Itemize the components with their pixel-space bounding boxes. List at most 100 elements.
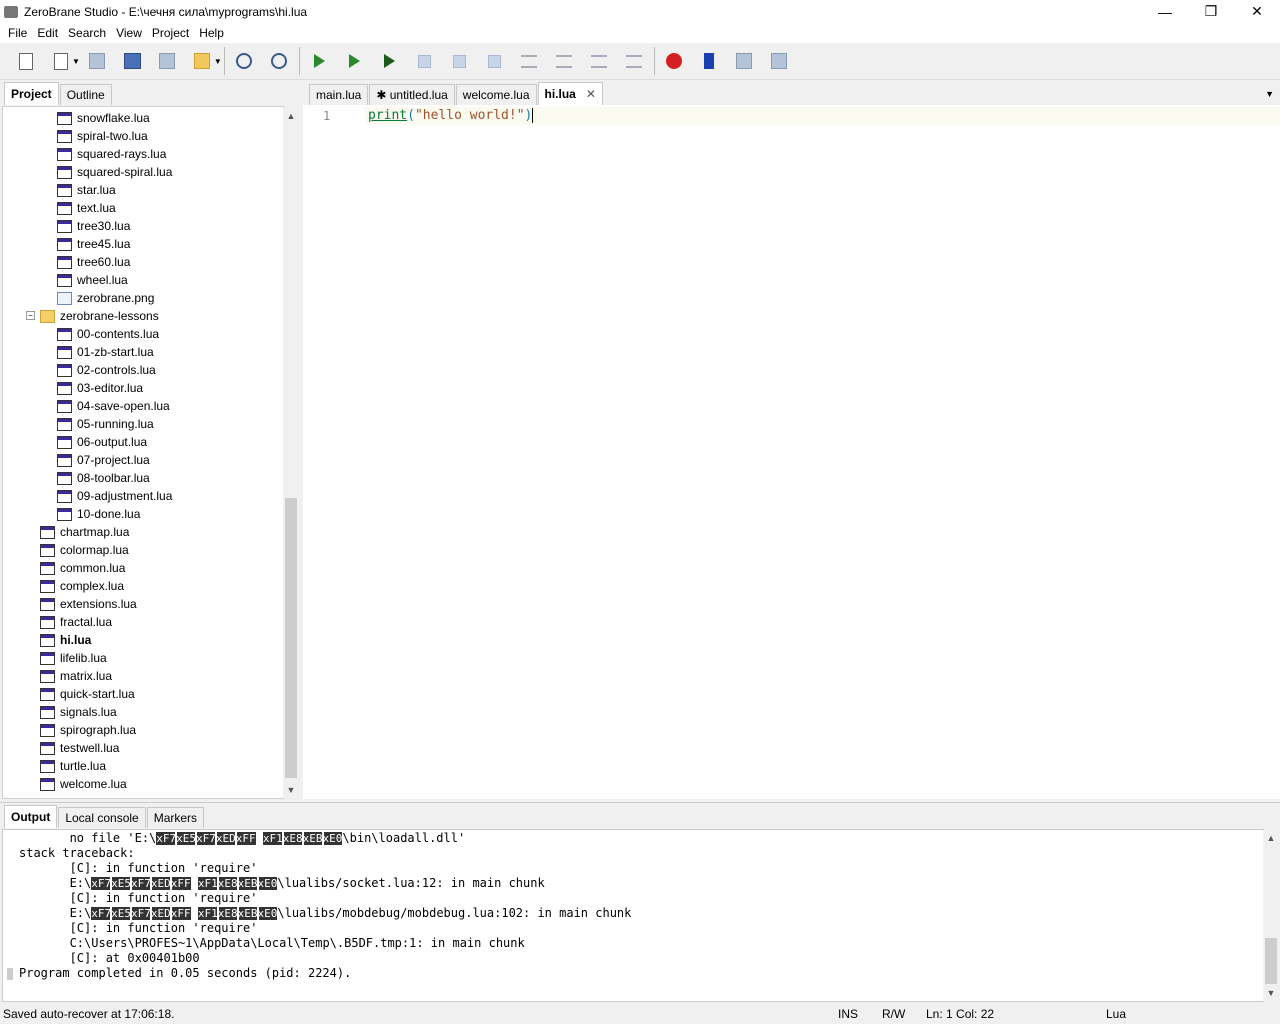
bookmark-icon [704, 53, 715, 69]
tree-item[interactable]: common.lua [40, 559, 125, 577]
tree-item[interactable]: spirograph.lua [40, 721, 136, 739]
tree-item[interactable]: lifelib.lua [40, 649, 107, 667]
tree-scrollbar[interactable]: ▲ ▼ [283, 108, 299, 798]
close-tab-icon[interactable]: ✕ [586, 87, 596, 101]
tree-item[interactable]: welcome.lua [40, 775, 127, 793]
step-button[interactable] [442, 48, 477, 74]
tree-item[interactable]: zerobrane.png [57, 289, 154, 307]
editor-tab[interactable]: ✱ untitled.lua [369, 84, 455, 105]
tree-item[interactable]: star.lua [57, 181, 116, 199]
stack-window-button[interactable] [727, 48, 762, 74]
tree-item[interactable]: spiral-two.lua [57, 127, 148, 145]
project-dropdown-icon[interactable]: ▼ [214, 57, 222, 66]
stop-icon [417, 54, 431, 68]
new-file-button[interactable] [8, 48, 43, 74]
control-char: xED [149, 906, 172, 921]
toggle-bookmark-button[interactable] [692, 48, 727, 74]
tree-item[interactable]: colormap.lua [40, 541, 129, 559]
tree-item[interactable]: 09-adjustment.lua [57, 487, 172, 505]
editor-tab[interactable]: hi.lua ✕ [537, 82, 603, 105]
editor-tab[interactable]: welcome.lua [455, 84, 537, 105]
tab-output[interactable]: Output [4, 805, 58, 828]
tab-local-console[interactable]: Local console [58, 807, 146, 828]
tree-item[interactable]: 08-toolbar.lua [57, 469, 150, 487]
editor-tab[interactable]: main.lua [309, 84, 369, 105]
toggle-breakpoint-button[interactable] [657, 48, 692, 74]
scroll-down-icon[interactable]: ▼ [283, 782, 299, 798]
open-dropdown-icon[interactable]: ▼ [72, 57, 80, 66]
tree-item[interactable]: testwell.lua [40, 739, 119, 757]
tree-item[interactable]: 00-contents.lua [57, 325, 159, 343]
code-editor[interactable]: 1 print("hello world!") [303, 105, 1280, 799]
scroll-up-icon[interactable]: ▲ [1263, 830, 1279, 846]
watch-icon [771, 53, 788, 69]
tree-item[interactable]: tree30.lua [57, 217, 130, 235]
tree-item[interactable]: 07-project.lua [57, 451, 150, 469]
scroll-thumb[interactable] [285, 498, 297, 778]
close-button[interactable]: ✕ [1234, 0, 1280, 23]
tree-item[interactable]: tree60.lua [57, 253, 130, 271]
find-button[interactable] [227, 48, 262, 74]
project-directory-icon [159, 53, 176, 69]
tree-item[interactable]: extensions.lua [40, 595, 137, 613]
run-button[interactable] [337, 48, 372, 74]
tree-item[interactable]: 04-save-open.lua [57, 397, 170, 415]
menu-file[interactable]: File [3, 26, 32, 40]
tree-item[interactable]: matrix.lua [40, 667, 112, 685]
tree-item[interactable]: squared-spiral.lua [57, 163, 172, 181]
tree-item[interactable]: tree45.lua [57, 235, 130, 253]
save-button[interactable] [80, 48, 115, 74]
tab-outline[interactable]: Outline [59, 84, 112, 105]
menu-search[interactable]: Search [63, 26, 111, 40]
tree-item[interactable]: 03-editor.lua [57, 379, 143, 397]
tree-item[interactable]: 10-done.lua [57, 505, 140, 523]
save-all-button[interactable] [115, 48, 150, 74]
tree-item[interactable]: 06-output.lua [57, 433, 147, 451]
tree-item[interactable]: quick-start.lua [40, 685, 135, 703]
watch-window-button[interactable] [762, 48, 797, 74]
scroll-thumb[interactable] [1265, 938, 1277, 984]
step-out-button[interactable] [582, 48, 617, 74]
tree-item[interactable]: text.lua [57, 199, 116, 217]
menu-help[interactable]: Help [194, 26, 229, 40]
pause-button[interactable] [477, 48, 512, 74]
tab-project[interactable]: Project [4, 82, 59, 105]
collapse-icon[interactable]: − [26, 311, 35, 320]
output-scrollbar[interactable]: ▲ ▼ [1263, 830, 1279, 1001]
run-to-cursor-button[interactable] [372, 48, 407, 74]
tree-item[interactable]: complex.lua [40, 577, 124, 595]
code-line[interactable]: print("hello world!") [368, 108, 534, 123]
menu-edit[interactable]: Edit [32, 26, 63, 40]
tree-item[interactable]: squared-rays.lua [57, 145, 166, 163]
minimize-button[interactable]: — [1142, 0, 1188, 23]
lua-file-icon [40, 651, 55, 665]
lua-file-icon [40, 633, 55, 647]
run-to-button[interactable] [617, 48, 652, 74]
tree-item[interactable]: 02-controls.lua [57, 361, 156, 379]
scroll-up-icon[interactable]: ▲ [283, 108, 299, 124]
start-debug-button[interactable] [302, 48, 337, 74]
tree-item[interactable]: turtle.lua [40, 757, 106, 775]
maximize-button[interactable]: ❐ [1188, 0, 1234, 23]
project-directory-button[interactable] [150, 48, 185, 74]
tab-markers[interactable]: Markers [146, 807, 205, 828]
menu-project[interactable]: Project [147, 26, 194, 40]
step-into-button[interactable] [512, 48, 547, 74]
tree-item[interactable]: fractal.lua [40, 613, 112, 631]
replace-button[interactable] [262, 48, 297, 74]
text-caret [532, 108, 534, 123]
tree-item[interactable]: snowflake.lua [57, 109, 150, 127]
tree-item[interactable]: 01-zb-start.lua [57, 343, 154, 361]
scroll-down-icon[interactable]: ▼ [1263, 985, 1279, 1001]
tab-list-dropdown-icon[interactable]: ▼ [1265, 89, 1274, 99]
stop-button[interactable] [407, 48, 442, 74]
tree-item[interactable]: 05-running.lua [57, 415, 154, 433]
tree-item[interactable]: hi.lua [40, 631, 91, 649]
tree-item[interactable]: chartmap.lua [40, 523, 129, 541]
tree-item[interactable]: wheel.lua [57, 271, 128, 289]
menu-view[interactable]: View [111, 26, 147, 40]
tree-item[interactable]: − zerobrane-lessons [26, 307, 159, 325]
output-console[interactable]: no file 'E:\xF7xE5xF7xEDxFF xF1xE8xEBxE0… [2, 829, 1264, 1002]
step-over-button[interactable] [547, 48, 582, 74]
tree-item[interactable]: signals.lua [40, 703, 117, 721]
